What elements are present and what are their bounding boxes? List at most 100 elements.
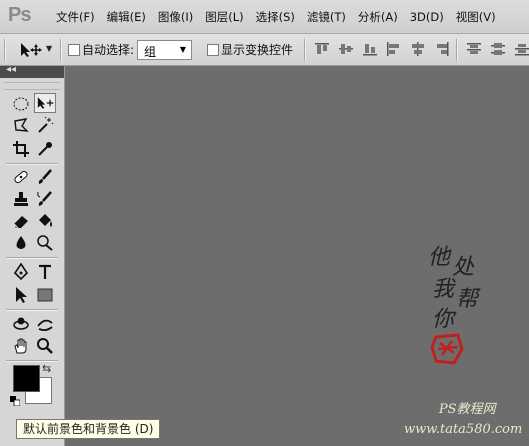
show-transform-label: 显示变换控件 [221, 43, 294, 57]
align-right-icon[interactable] [434, 42, 450, 56]
polygonal-lasso-icon [14, 118, 29, 132]
watermark-site-name: PS教程网 [438, 402, 496, 417]
water-drop-icon [16, 236, 26, 249]
type-tool[interactable] [34, 262, 56, 282]
move-tool[interactable] [34, 93, 56, 113]
healing-brush-tool[interactable] [10, 167, 32, 187]
options-bar: ▼ 自动选择: 组 ▼ 显示变换控件 [0, 34, 529, 66]
menu-bar: Ps 文件(F) 编辑(E) 图像(I) 图层(L) 选择(S) 滤镜(T) 分… [0, 0, 529, 34]
menu-view[interactable]: 视图(V) [450, 9, 502, 25]
align-vcenter-icon[interactable] [338, 42, 354, 56]
seal-stamp-icon [430, 333, 464, 365]
brush-tool[interactable] [34, 167, 56, 187]
distribute-top-icon[interactable] [466, 42, 482, 56]
distribute-vcenter-icon[interactable] [490, 42, 506, 56]
collapse-panel-icon[interactable]: ◂◂ [6, 64, 16, 75]
paint-bucket-tool[interactable] [34, 211, 56, 231]
align-buttons [314, 42, 458, 56]
move-tool-icon [37, 97, 54, 109]
watermark-site: PS教程网 www.tata580.com [404, 400, 522, 440]
type-icon [39, 264, 51, 279]
paint-bucket-icon [39, 214, 52, 227]
tools-divider [6, 309, 58, 311]
menu-layer[interactable]: 图层(L) [199, 9, 249, 25]
menu-3d[interactable]: 3D(D) [404, 10, 450, 24]
rectangle-tool[interactable] [34, 285, 56, 305]
menu-select[interactable]: 选择(S) [250, 9, 301, 25]
distribute-buttons [466, 42, 529, 56]
tools-panel-grip[interactable] [4, 82, 60, 90]
distribute-bottom-icon[interactable] [514, 42, 529, 56]
tool-preset-picker[interactable]: ▼ [10, 40, 54, 60]
lasso-tool[interactable] [10, 116, 32, 136]
eraser-tool[interactable] [10, 211, 32, 231]
watermark-site-url: www.tata580.com [404, 422, 523, 437]
marquee-tool[interactable] [10, 94, 32, 114]
auto-select-checkbox[interactable] [68, 44, 80, 56]
crop-icon [13, 141, 29, 157]
magic-wand-icon [38, 117, 54, 133]
menu-image[interactable]: 图像(I) [152, 9, 199, 25]
history-brush-tool[interactable] [34, 189, 56, 209]
history-brush-icon [37, 191, 52, 206]
app-logo: Ps [8, 4, 31, 26]
auto-select-value: 组 [144, 45, 157, 59]
path-selection-tool[interactable] [10, 285, 32, 305]
align-hcenter-icon[interactable] [410, 42, 426, 56]
default-colors-icon[interactable] [10, 395, 21, 407]
swap-colors-icon[interactable]: ⇆ [42, 362, 51, 375]
pen-tool[interactable] [10, 262, 32, 282]
magic-wand-tool[interactable] [34, 116, 56, 136]
ellipse-marquee-icon [13, 97, 29, 111]
crop-tool[interactable] [10, 139, 32, 159]
bandage-icon [14, 170, 28, 184]
tools-panel-header[interactable]: ◂◂ [0, 64, 64, 78]
pen-icon [13, 263, 29, 281]
brush-icon [38, 169, 52, 184]
watermark-calligraphy: 我 [432, 277, 455, 302]
align-bottom-icon[interactable] [362, 42, 378, 56]
zoom-tool[interactable] [34, 336, 56, 356]
menu-edit[interactable]: 编辑(E) [101, 9, 152, 25]
watermark-calligraphy: 他 [428, 245, 451, 270]
3d-orbit-tool[interactable] [34, 314, 56, 334]
menu-filter[interactable]: 滤镜(T) [301, 9, 352, 25]
zoom-icon [37, 338, 53, 354]
auto-select-label: 自动选择: [82, 43, 135, 57]
blur-tool[interactable] [10, 233, 32, 253]
align-left-icon[interactable] [386, 42, 402, 56]
3d-orbit-icon [37, 319, 53, 332]
options-divider [304, 39, 306, 61]
menu-analysis[interactable]: 分析(A) [352, 9, 404, 25]
eraser-icon [13, 216, 28, 229]
stamp-icon [14, 192, 28, 206]
hand-tool[interactable] [10, 336, 32, 356]
rectangle-shape-icon [37, 288, 53, 302]
show-transform-checkbox[interactable] [207, 44, 219, 56]
3d-rotate-tool[interactable] [10, 314, 32, 334]
main-menu: 文件(F) 编辑(E) 图像(I) 图层(L) 选择(S) 滤镜(T) 分析(A… [50, 0, 502, 33]
foreground-color-swatch[interactable] [13, 365, 40, 392]
auto-select-dropdown[interactable]: 组 ▼ [137, 40, 192, 60]
move-tool-icon [21, 43, 42, 57]
dodge-tool[interactable] [34, 233, 56, 253]
eyedropper-icon [38, 142, 52, 156]
menu-file[interactable]: 文件(F) [50, 9, 101, 25]
eyedropper-tool[interactable] [34, 139, 56, 159]
path-selection-icon [16, 287, 27, 303]
options-grip [4, 39, 6, 61]
tools-divider [6, 163, 58, 165]
hand-icon [14, 338, 27, 354]
tooltip: 默认前景色和背景色 (D) [16, 419, 161, 439]
options-divider [456, 39, 458, 61]
watermark-calligraphy: 帮 [456, 287, 479, 312]
align-top-icon[interactable] [314, 42, 330, 56]
tools-divider [6, 257, 58, 259]
options-divider [60, 39, 62, 61]
watermark-calligraphy: 处 [452, 255, 475, 280]
chevron-down-icon: ▼ [46, 44, 53, 53]
watermark: 他 处 我 帮 你 PS教程网 www.tata580.com [396, 235, 526, 437]
3d-rotate-icon [13, 317, 29, 330]
clone-stamp-tool[interactable] [10, 189, 32, 209]
chevron-down-icon: ▼ [179, 45, 186, 54]
